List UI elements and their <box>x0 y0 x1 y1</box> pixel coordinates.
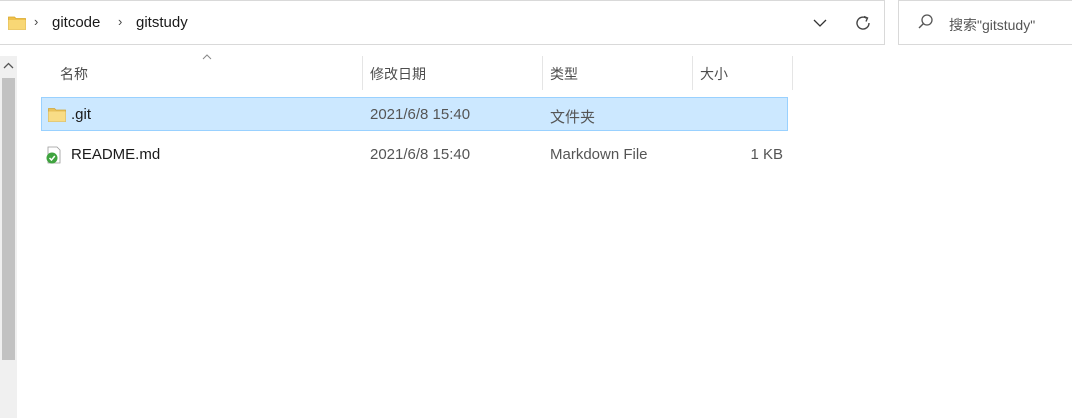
column-divider[interactable] <box>792 56 793 90</box>
breadcrumb-separator: › <box>34 14 39 29</box>
file-type: 文件夹 <box>550 109 596 126</box>
scrollbar-thumb[interactable] <box>2 78 15 360</box>
column-header-size[interactable]: 大小 <box>700 56 790 90</box>
folder-icon <box>48 108 66 122</box>
file-row-git[interactable]: .git 2021/6/8 15:40 文件夹 <box>41 97 788 131</box>
vertical-scrollbar[interactable] <box>0 56 17 418</box>
search-icon <box>918 14 933 29</box>
file-modified: 2021/6/8 15:40 <box>370 106 471 123</box>
file-name: README.md <box>71 146 161 163</box>
file-name: .git <box>71 106 92 123</box>
folder-icon <box>8 16 26 30</box>
file-size: 1 KB <box>750 146 783 163</box>
markdown-file-icon <box>46 146 61 164</box>
address-bar[interactable]: › gitcode › gitstudy <box>0 0 885 45</box>
search-box[interactable]: 搜索"gitstudy" <box>898 0 1072 45</box>
column-header-modified[interactable]: 修改日期 <box>370 56 540 90</box>
file-row-readme[interactable]: README.md 2021/6/8 15:40 Markdown File 1… <box>41 138 788 172</box>
search-input[interactable]: 搜索"gitstudy" <box>949 15 1035 35</box>
file-type: Markdown File <box>550 146 648 163</box>
breadcrumb-gitcode[interactable]: gitcode <box>52 14 100 31</box>
column-divider[interactable] <box>362 56 363 90</box>
breadcrumb-gitstudy[interactable]: gitstudy <box>136 14 188 31</box>
column-header-name[interactable]: 名称 <box>60 56 360 90</box>
breadcrumb-separator: › <box>118 14 123 29</box>
column-divider[interactable] <box>692 56 693 90</box>
chevron-down-icon[interactable] <box>812 15 828 31</box>
scroll-up-arrow-icon[interactable] <box>0 56 17 76</box>
column-header-type[interactable]: 类型 <box>550 56 690 90</box>
column-divider[interactable] <box>542 56 543 90</box>
file-modified: 2021/6/8 15:40 <box>370 146 471 163</box>
refresh-icon[interactable] <box>852 12 874 34</box>
